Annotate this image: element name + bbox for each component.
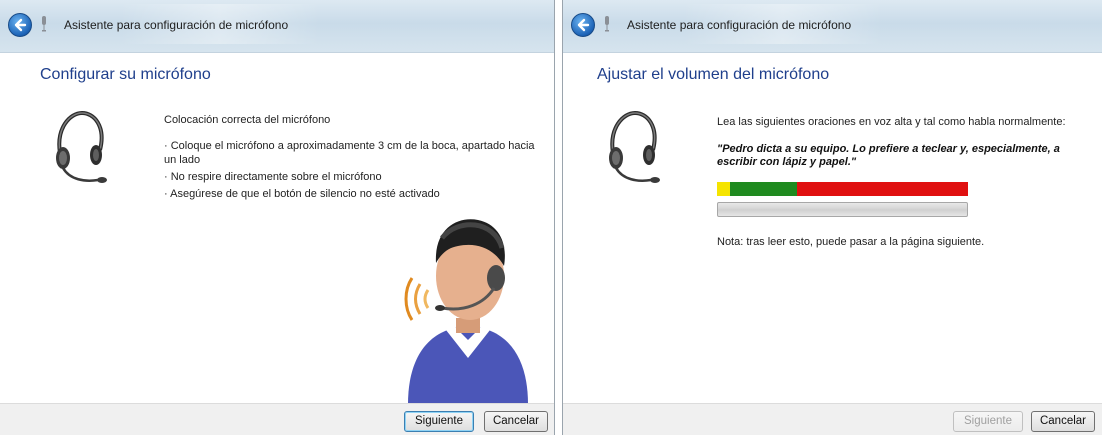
page-title: Configurar su micrófono xyxy=(40,66,211,83)
volume-meter-segment xyxy=(729,182,798,196)
back-arrow-icon[interactable] xyxy=(571,13,595,37)
reading-instruction: Lea las siguientes oraciones en voz alta… xyxy=(717,116,1066,128)
instructions: Colocación correcta del micrófono · Colo… xyxy=(164,113,549,201)
bullet-breathing: · No respire directamente sobre el micró… xyxy=(164,171,382,183)
microphone-wizard-window-volume: Asistente para configuración de micrófon… xyxy=(562,0,1102,435)
title-bar: Asistente para configuración de micrófon… xyxy=(563,0,1102,53)
note-text: Nota: tras leer esto, puede pasar a la p… xyxy=(717,236,985,248)
progress-bar xyxy=(717,202,968,217)
window-title: Asistente para configuración de micrófon… xyxy=(627,18,852,32)
wizard-footer: Siguiente Cancelar xyxy=(0,403,554,435)
page-title: Ajustar el volumen del micrófono xyxy=(597,66,830,83)
wizard-footer: Siguiente Cancelar xyxy=(563,403,1102,435)
volume-meter-segment xyxy=(797,182,968,196)
microphone-wizard-window-configure: Asistente para configuración de micrófon… xyxy=(0,0,555,435)
headset-icon xyxy=(56,110,107,183)
headset-icon xyxy=(609,110,660,183)
bullet-distance: · Coloque el micrófono a aproximadamente… xyxy=(164,140,535,166)
bullet-mute: · Asegúrese de que el botón de silencio … xyxy=(164,188,440,200)
microphone-icon xyxy=(605,16,609,32)
instructions-heading: Colocación correcta del micrófono xyxy=(164,114,331,126)
next-button[interactable]: Siguiente xyxy=(404,411,474,432)
microphone-icon xyxy=(42,16,46,32)
window-title: Asistente para configuración de micrófon… xyxy=(64,18,289,32)
cancel-button[interactable]: Cancelar xyxy=(1031,411,1095,432)
volume-meter xyxy=(717,182,968,196)
next-button[interactable]: Siguiente xyxy=(953,411,1023,432)
back-arrow-icon[interactable] xyxy=(8,13,32,37)
sample-sentence: "Pedro dicta a su equipo. Lo prefiere a … xyxy=(717,143,1060,168)
cancel-button[interactable]: Cancelar xyxy=(484,411,548,432)
title-bar: Asistente para configuración de micrófon… xyxy=(0,0,554,53)
person-with-headset-icon xyxy=(404,219,528,404)
volume-meter-segment xyxy=(717,182,730,196)
